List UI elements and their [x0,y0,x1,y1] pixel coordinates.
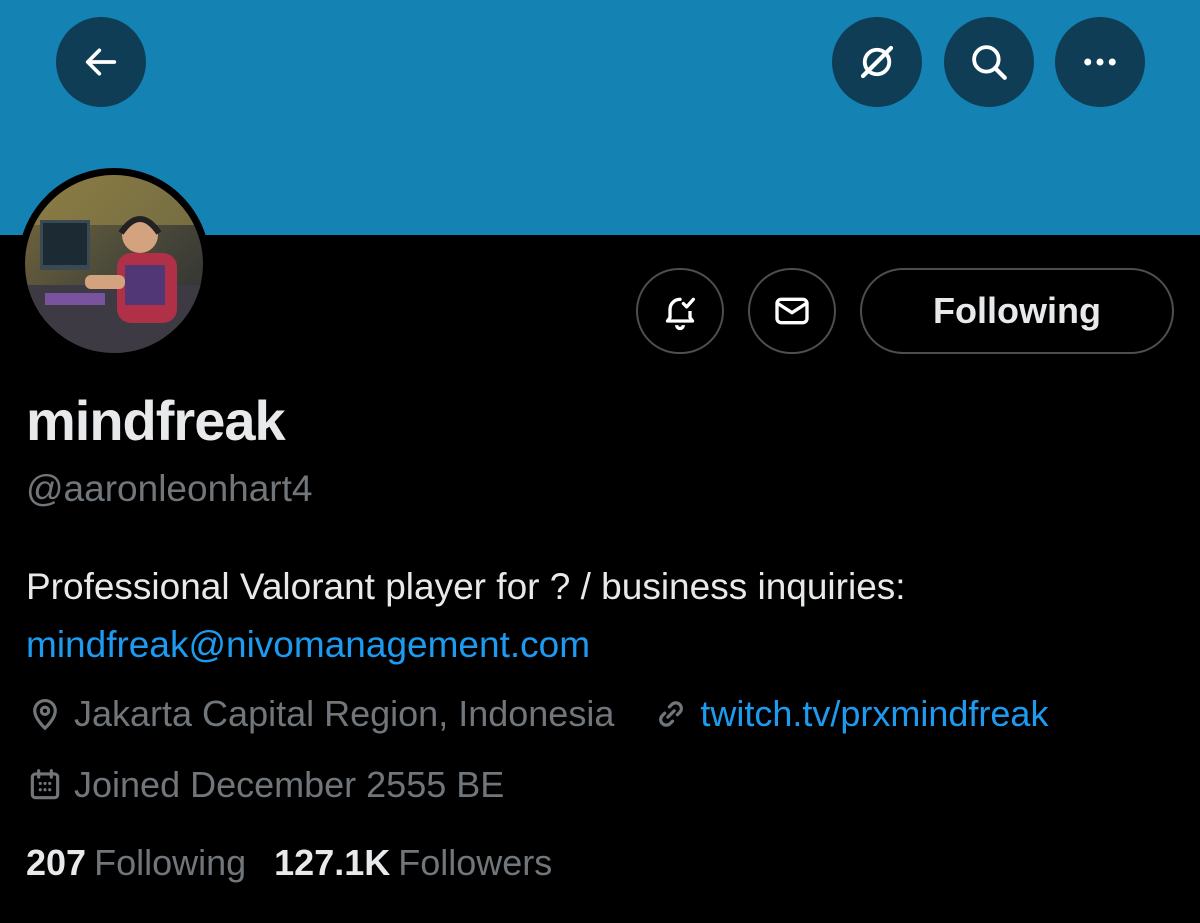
followers-count: 127.1K [274,842,391,883]
search-icon [972,45,1007,80]
more-button[interactable] [1055,17,1145,107]
bio-email-link[interactable]: mindfreak@nivomanagement.com [26,616,1176,674]
followers-stat-label: Followers [398,842,553,883]
message-button[interactable] [748,268,836,354]
grok-button[interactable] [832,17,922,107]
website-link[interactable]: twitch.tv/prxmindfreak [700,693,1048,735]
notifications-button[interactable] [636,268,724,354]
location-pin-icon [33,699,57,731]
avatar[interactable] [18,168,210,360]
following-count: 207 [26,842,87,883]
website-item[interactable]: twitch.tv/prxmindfreak [652,693,1048,735]
more-horizontal-icon [1084,58,1116,66]
arrow-left-icon [85,48,117,76]
link-icon [659,701,684,727]
profile-handle: @aaronleonhart4 [26,468,313,509]
following-button[interactable]: Following [860,268,1174,354]
bio-text: Professional Valorant player for ? / bus… [26,566,906,607]
joined-item: Joined December 2555 BE [26,764,504,806]
location-text: Jakarta Capital Region, Indonesia [74,693,615,734]
envelope-icon [775,297,809,325]
avatar-photo [25,175,203,353]
joined-row: Joined December 2555 BE [26,764,504,806]
profile-stats: 207 Following 127.1K Followers [26,842,580,884]
followers-stat[interactable]: 127.1K Followers [274,842,552,884]
following-button-label: Following [933,290,1101,331]
calendar-icon [30,769,60,800]
joined-text: Joined December 2555 BE [74,764,505,805]
following-stat-label: Following [94,842,247,883]
following-stat[interactable]: 207 Following [26,842,246,884]
profile-meta-row: Jakarta Capital Region, Indonesia twitch… [26,693,1048,735]
location-item: Jakarta Capital Region, Indonesia [26,693,614,735]
profile-name: mindfreak [26,389,286,452]
search-button[interactable] [944,17,1034,107]
bell-check-icon [665,297,695,331]
back-button[interactable] [56,17,146,107]
grok-icon [860,45,894,79]
profile-bio: Professional Valorant player for ? / bus… [26,558,1176,674]
